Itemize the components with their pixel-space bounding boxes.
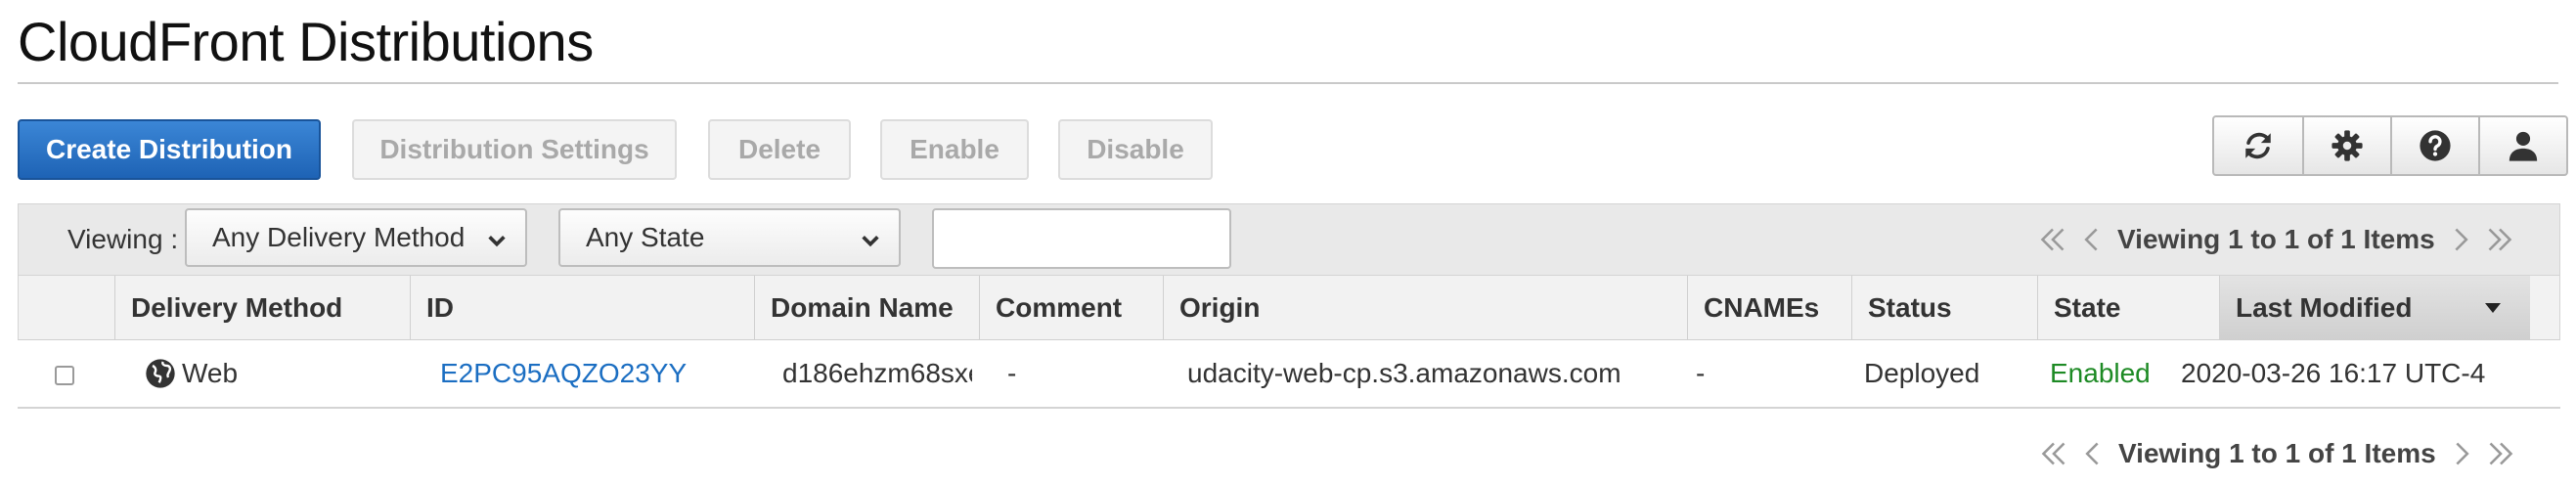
pagination-text: Viewing 1 to 1 of 1 Items [2117, 224, 2435, 254]
globe-icon [146, 359, 175, 388]
table-header: Delivery Method ID Domain Name Comment O… [18, 276, 2560, 340]
toolbar-icon-group [2212, 115, 2568, 176]
first-page-icon[interactable] [2040, 440, 2067, 467]
pagination-top: Viewing 1 to 1 of 1 Items [2039, 224, 2513, 255]
refresh-button[interactable] [2214, 117, 2302, 174]
column-status[interactable]: Status [1851, 276, 2037, 340]
distribution-settings-button[interactable]: Distribution Settings [352, 119, 677, 180]
column-comment[interactable]: Comment [979, 276, 1163, 340]
table-row[interactable]: Web E2PC95AQZO23YY d186ehzm68sxe - udaci… [18, 340, 2560, 409]
pagination-bottom: Viewing 1 to 1 of 1 Items [2040, 438, 2514, 469]
disable-button[interactable]: Disable [1058, 119, 1213, 180]
cell-state: Enabled [2050, 358, 2151, 388]
gear-icon [2332, 130, 2363, 161]
viewing-label: Viewing : [67, 224, 179, 254]
column-last-modified[interactable]: Last Modified [2219, 276, 2530, 340]
page-title: CloudFront Distributions [18, 11, 594, 72]
first-page-icon[interactable] [2039, 226, 2066, 253]
settings-button[interactable] [2302, 117, 2390, 174]
chevron-down-icon [488, 236, 506, 247]
column-delivery-method[interactable]: Delivery Method [114, 276, 410, 340]
delivery-method-text: Web [182, 358, 239, 388]
chevron-down-icon [862, 236, 879, 247]
user-icon [2509, 131, 2538, 161]
delivery-method-select[interactable]: Any Delivery Method [185, 208, 527, 267]
sort-descending-icon [2485, 303, 2501, 313]
delivery-method-value: Any Delivery Method [212, 222, 466, 252]
last-page-icon[interactable] [2486, 226, 2513, 253]
cell-comment: - [1007, 358, 1017, 388]
distribution-id-link[interactable]: E2PC95AQZO23YY [440, 340, 687, 407]
title-divider [18, 82, 2558, 84]
column-state[interactable]: State [2037, 276, 2219, 340]
state-select[interactable]: Any State [558, 208, 901, 267]
column-cnames[interactable]: CNAMEs [1687, 276, 1851, 340]
row-checkbox[interactable] [55, 366, 74, 385]
enable-button[interactable]: Enable [880, 119, 1029, 180]
state-value: Any State [586, 222, 705, 252]
search-input[interactable] [932, 208, 1231, 269]
cell-delivery-method: Web [145, 340, 238, 407]
last-page-icon[interactable] [2487, 440, 2514, 467]
column-domain-name[interactable]: Domain Name [754, 276, 979, 340]
next-page-icon[interactable] [2448, 440, 2475, 467]
cell-last-modified: 2020-03-26 16:17 UTC-4 [2181, 358, 2486, 388]
delete-button[interactable]: Delete [708, 119, 851, 180]
pagination-text: Viewing 1 to 1 of 1 Items [2118, 438, 2436, 468]
next-page-icon[interactable] [2447, 226, 2474, 253]
select-column-header [19, 276, 114, 340]
cell-origin: udacity-web-cp.s3.amazonaws.com [1187, 358, 1621, 388]
user-button[interactable] [2478, 117, 2566, 174]
create-distribution-button[interactable]: Create Distribution [18, 119, 321, 180]
help-icon [2420, 130, 2451, 161]
cell-status: Deployed [1864, 358, 1980, 388]
filter-bar: Viewing : Any Delivery Method Any State … [18, 203, 2560, 276]
previous-page-icon[interactable] [2078, 226, 2106, 253]
help-button[interactable] [2390, 117, 2478, 174]
column-last-modified-label: Last Modified [2236, 292, 2413, 323]
cell-domain-name: d186ehzm68sxe [782, 358, 972, 388]
previous-page-icon[interactable] [2079, 440, 2107, 467]
cell-cnames: - [1696, 358, 1706, 388]
column-origin[interactable]: Origin [1163, 276, 1687, 340]
column-id[interactable]: ID [410, 276, 754, 340]
refresh-icon [2245, 132, 2271, 159]
